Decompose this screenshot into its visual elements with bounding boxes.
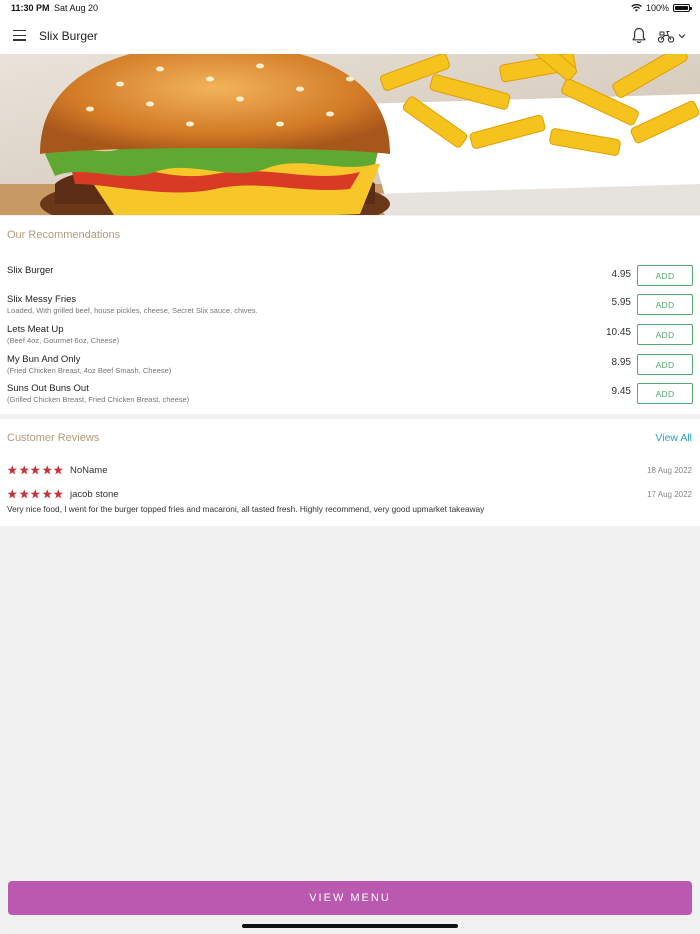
star-rating <box>7 489 64 499</box>
item-name: My Bun And Only <box>7 354 81 365</box>
review-text: Very nice food, I went for the burger to… <box>7 504 485 514</box>
view-menu-button[interactable]: VIEW MENU <box>8 881 692 915</box>
star-icon <box>19 465 29 475</box>
chevron-down-icon <box>678 33 686 38</box>
star-icon <box>30 465 40 475</box>
reviews-section: Customer Reviews View All NoName 18 Aug … <box>0 419 700 526</box>
item-name: Slix Burger <box>7 265 54 276</box>
battery-percent: 100% <box>645 3 669 13</box>
review-author: NoName <box>70 465 108 476</box>
item-price: 4.95 <box>611 269 631 280</box>
star-icon <box>42 465 52 475</box>
item-description: (Beef 4oz, Gourmet 6oz, Cheese) <box>7 336 120 345</box>
menu-item: Suns Out Buns Out (Grilled Chicken Breas… <box>0 383 700 413</box>
review-author: jacob stone <box>70 489 119 500</box>
star-icon <box>19 489 29 499</box>
add-button[interactable]: ADD <box>637 383 693 404</box>
status-bar: 11:30 PM Sat Aug 20 100% <box>0 0 700 18</box>
menu-item: Lets Meat Up (Beef 4oz, Gourmet 6oz, Che… <box>0 324 700 354</box>
status-time: 11:30 PM <box>11 3 50 13</box>
item-description: (Grilled Chicken Breast, Fried Chicken B… <box>7 395 190 404</box>
add-button[interactable]: ADD <box>637 354 693 375</box>
item-price: 8.95 <box>611 357 631 368</box>
star-icon <box>7 489 17 499</box>
home-indicator <box>242 924 458 928</box>
app-header: Slix Burger <box>0 18 700 54</box>
bell-icon[interactable] <box>631 27 647 44</box>
item-name: Slix Messy Fries <box>7 294 77 305</box>
add-button[interactable]: ADD <box>637 324 693 345</box>
menu-item: Slix Burger 4.95 ADD <box>0 265 700 295</box>
menu-icon[interactable] <box>13 30 26 41</box>
item-price: 10.45 <box>605 327 631 338</box>
review-date: 18 Aug 2022 <box>647 466 692 475</box>
menu-item: My Bun And Only (Fried Chicken Breast, 4… <box>0 354 700 384</box>
add-button[interactable]: ADD <box>637 294 693 315</box>
status-right: 100% <box>631 3 692 13</box>
delivery-selector[interactable] <box>657 28 691 43</box>
wifi-icon <box>631 4 642 12</box>
burger-photo <box>0 54 700 215</box>
recommendations-title: Our Recommendations <box>7 229 121 241</box>
item-name: Suns Out Buns Out <box>7 383 89 394</box>
battery-icon <box>673 4 692 12</box>
item-price: 9.45 <box>611 386 631 397</box>
recommendations-section: Our Recommendations Slix Burger 4.95 ADD… <box>0 216 700 414</box>
star-icon <box>7 465 17 475</box>
star-icon <box>30 489 40 499</box>
item-description: (Fried Chicken Breast, 4oz Beef Smash, C… <box>7 366 172 375</box>
star-icon <box>42 489 52 499</box>
menu-item: Slix Messy Fries Loaded, With grilled be… <box>0 294 700 324</box>
restaurant-title: Slix Burger <box>39 29 98 43</box>
status-date: Sat Aug 20 <box>54 3 99 13</box>
star-icon <box>53 465 63 475</box>
item-name: Lets Meat Up <box>7 324 64 335</box>
hero-banner <box>0 54 700 215</box>
review-date: 17 Aug 2022 <box>647 490 692 499</box>
star-icon <box>53 489 63 499</box>
add-button[interactable]: ADD <box>637 265 693 286</box>
reviews-title: Customer Reviews <box>7 432 100 444</box>
item-description: Loaded, With grilled beef, house pickles… <box>7 306 258 315</box>
item-price: 5.95 <box>611 297 631 308</box>
delivery-scooter-icon <box>657 30 675 43</box>
star-rating <box>7 465 64 475</box>
view-all-link[interactable]: View All <box>655 432 692 444</box>
